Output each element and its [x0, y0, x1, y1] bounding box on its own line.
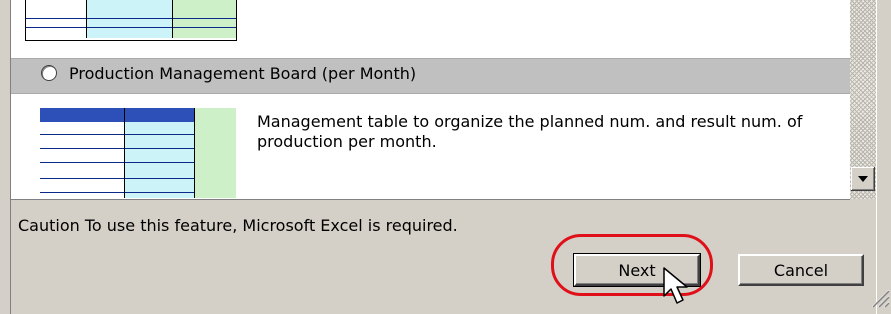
caution-text: Caution To use this feature, Microsoft E…	[18, 216, 458, 235]
dialog-frame-edge	[0, 0, 11, 314]
list-item-title: Production Management Board (per Month)	[69, 64, 417, 83]
arrow-cursor-icon	[663, 267, 688, 304]
dialog-frame-right-edge	[876, 0, 891, 314]
board-thumbnail	[40, 108, 236, 198]
previous-item-thumbnail	[25, 0, 237, 41]
cancel-button[interactable]: Cancel	[738, 254, 864, 286]
item-radio-button[interactable]	[41, 65, 57, 81]
triangle-down-icon	[858, 176, 868, 182]
resize-grip-icon[interactable]	[868, 286, 890, 308]
scroll-down-button[interactable]	[851, 167, 875, 191]
list-item-description: Management table to organize the planned…	[257, 112, 803, 151]
